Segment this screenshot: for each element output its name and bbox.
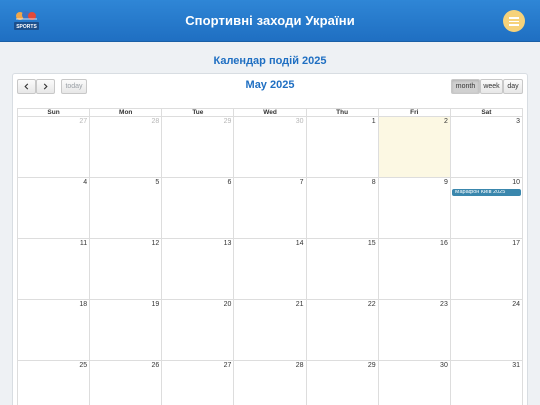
day-cell[interactable]: 30 xyxy=(379,361,451,405)
weekday-label: Fri xyxy=(379,109,451,116)
day-number: 23 xyxy=(440,301,448,308)
day-cell[interactable]: 31 xyxy=(451,361,523,405)
day-number: 28 xyxy=(295,362,304,369)
day-cell-today[interactable]: 2 xyxy=(378,117,451,177)
calendar-event[interactable]: Марафон Київ 2025 xyxy=(451,189,521,196)
weekday-label: Wed xyxy=(234,109,307,116)
day-number: 29 xyxy=(223,118,232,125)
day-cell[interactable]: 27 xyxy=(162,361,235,405)
day-number: 8 xyxy=(371,179,376,186)
app-header: SPORTS Спортивні заходи України xyxy=(0,0,540,42)
day-cell[interactable]: 7 xyxy=(234,178,307,238)
day-number: 14 xyxy=(295,240,304,247)
day-number: 13 xyxy=(223,240,232,247)
weekday-label: Thu xyxy=(307,109,379,116)
day-number: 21 xyxy=(295,301,304,308)
day-number: 30 xyxy=(295,118,304,125)
day-number: 25 xyxy=(79,362,88,369)
week-row: 4 5 6 7 8 9 10 Марафон Київ 2025 xyxy=(17,177,523,238)
view-day-button[interactable]: day xyxy=(503,79,523,94)
day-number: 29 xyxy=(367,362,376,369)
day-cell[interactable]: 21 xyxy=(234,300,307,360)
weekday-label: Sun xyxy=(18,109,91,116)
day-number: 2 xyxy=(443,118,448,125)
week-row: 11 12 13 14 15 16 17 xyxy=(17,238,523,299)
view-month-button[interactable]: month xyxy=(451,79,480,94)
day-number: 27 xyxy=(79,118,88,125)
day-number: 15 xyxy=(367,240,376,247)
day-cell[interactable]: 16 xyxy=(379,239,451,299)
day-number: 22 xyxy=(367,301,376,308)
day-cell[interactable]: 20 xyxy=(162,300,235,360)
calendar-grid: Sun Mon Tue Wed Thu Fri Sat 27 28 29 30 1 2 3 4 5 6 7 8 9 1… xyxy=(17,108,523,405)
week-row: 27 28 29 30 1 2 3 xyxy=(17,116,523,177)
day-cell[interactable]: 10 Марафон Київ 2025 xyxy=(451,178,523,238)
day-cell[interactable]: 29 xyxy=(162,117,235,177)
day-number: 19 xyxy=(151,301,160,308)
weekday-label: Tue xyxy=(162,109,235,116)
day-number: 18 xyxy=(79,301,88,308)
day-number: 11 xyxy=(79,240,88,247)
day-cell[interactable]: 30 xyxy=(234,117,307,177)
day-number: 27 xyxy=(223,362,232,369)
day-cell[interactable]: 1 xyxy=(307,117,379,177)
day-cell[interactable]: 14 xyxy=(234,239,307,299)
day-cell[interactable]: 6 xyxy=(162,178,235,238)
day-number: 1 xyxy=(371,118,376,125)
menu-button[interactable] xyxy=(503,10,525,32)
day-cell[interactable]: 23 xyxy=(379,300,451,360)
app-title: Спортивні заходи України xyxy=(185,13,355,28)
day-number: 26 xyxy=(151,362,160,369)
day-number: 4 xyxy=(83,179,88,186)
day-number: 24 xyxy=(512,301,520,308)
day-cell[interactable]: 29 xyxy=(307,361,379,405)
day-cell[interactable]: 26 xyxy=(90,361,163,405)
day-cell[interactable]: 24 xyxy=(451,300,523,360)
day-cell[interactable]: 17 xyxy=(451,239,523,299)
day-cell[interactable]: 12 xyxy=(90,239,163,299)
day-cell[interactable]: 19 xyxy=(90,300,163,360)
day-cell[interactable]: 13 xyxy=(162,239,235,299)
week-row: 18 19 20 21 22 23 24 xyxy=(17,299,523,360)
day-cell[interactable]: 9 xyxy=(379,178,451,238)
day-cell[interactable]: 28 xyxy=(234,361,307,405)
day-cell[interactable]: 5 xyxy=(90,178,163,238)
day-cell[interactable]: 11 xyxy=(18,239,91,299)
day-cell[interactable]: 15 xyxy=(307,239,379,299)
day-number: 5 xyxy=(155,179,160,186)
day-cell[interactable]: 28 xyxy=(90,117,163,177)
day-cell[interactable]: 3 xyxy=(451,117,523,177)
day-cell[interactable]: 25 xyxy=(18,361,91,405)
day-cell[interactable]: 4 xyxy=(18,178,91,238)
day-number: 30 xyxy=(440,362,448,369)
day-number: 6 xyxy=(227,179,232,186)
day-number: 28 xyxy=(151,118,160,125)
week-row: 25 26 27 28 29 30 31 xyxy=(17,360,523,405)
day-number: 12 xyxy=(151,240,160,247)
weekday-label: Mon xyxy=(90,109,163,116)
day-cell[interactable]: 18 xyxy=(18,300,91,360)
day-number: 10 xyxy=(512,179,520,186)
day-cell[interactable]: 8 xyxy=(307,178,379,238)
day-number: 7 xyxy=(299,179,304,186)
day-number: 17 xyxy=(512,240,520,247)
view-week-button[interactable]: week xyxy=(480,79,503,94)
day-number: 16 xyxy=(440,240,448,247)
weekday-header: Sun Mon Tue Wed Thu Fri Sat xyxy=(17,108,523,116)
day-number: 9 xyxy=(443,179,448,186)
day-number: 20 xyxy=(223,301,232,308)
day-cell[interactable]: 27 xyxy=(18,117,91,177)
section-title: Календар подій 2025 xyxy=(213,55,327,67)
day-number: 31 xyxy=(512,362,520,369)
weekday-label: Sat xyxy=(481,109,492,116)
day-cell[interactable]: 22 xyxy=(307,300,379,360)
day-number: 3 xyxy=(516,118,520,125)
